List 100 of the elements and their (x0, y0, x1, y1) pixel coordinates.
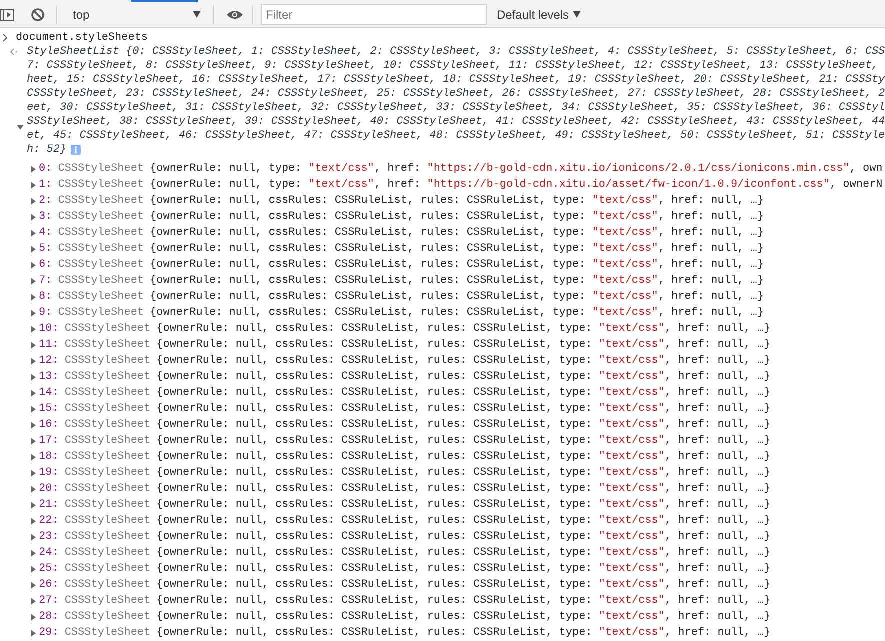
property-index: 6: (39, 258, 52, 273)
expand-triangle-icon[interactable] (30, 294, 37, 300)
property-preview: {ownerRule: null, cssRules: CSSRuleList, rules: CSSRuleList, type: "text/css", href: null, …} (150, 210, 764, 225)
expand-triangle-icon[interactable] (30, 230, 37, 236)
property-preview: {ownerRule: null, cssRules: CSSRuleList, rules: CSSRuleList, type: "text/css", href: null, …} (156, 418, 771, 433)
property-preview: {ownerRule: null, cssRules: CSSRuleList, rules: CSSRuleList, type: "text/css", href: null, …} (156, 322, 771, 337)
expand-triangle-icon[interactable] (30, 614, 37, 620)
property-type: CSSStyleSheet (64, 546, 151, 561)
property-preview: {ownerRule: null, cssRules: CSSRuleList, rules: CSSRuleList, type: "text/css", href: null, …} (156, 386, 771, 401)
expand-triangle-icon[interactable] (30, 198, 37, 204)
property-index: 23: (39, 530, 59, 545)
property-index: 24: (39, 546, 59, 561)
expand-triangle-icon[interactable] (30, 454, 37, 460)
expand-triangle-icon[interactable] (30, 598, 37, 604)
property-preview: {ownerRule: null, cssRules: CSSRuleList, rules: CSSRuleList, type: "text/css", href: null, …} (156, 546, 771, 561)
expand-triangle-icon[interactable] (30, 278, 37, 284)
property-preview: {ownerRule: null, type: "text/css", href: "https://b-gold-cdn.xitu.io/asset/fw-icon/1.0.9/iconfont.css", ownerN (150, 178, 883, 193)
property-type: CSSStyleSheet (58, 258, 144, 273)
property-preview: {ownerRule: null, cssRules: CSSRuleList, rules: CSSRuleList, type: "text/css", href: null, …} (156, 466, 771, 481)
property-type: CSSStyleSheet (64, 578, 151, 593)
property-type: CSSStyleSheet (58, 306, 144, 321)
expand-triangle-icon[interactable] (30, 502, 37, 508)
property-index: 3: (39, 210, 52, 225)
context-select[interactable]: top (65, 4, 205, 26)
property-preview: {ownerRule: null, cssRules: CSSRuleList, rules: CSSRuleList, type: "text/css", href: null, …} (156, 402, 771, 417)
property-index: 4: (39, 226, 52, 241)
result-summary-text: et, 45: CSSStyleSheet, 46: CSSStyleSheet, 47: CSSStyleSheet, 48: CSSStyleSheet, 49: CSSStyleSheet, 50: CSSStyleSheet, 51: CSSStyle (27, 129, 885, 143)
property-index: 11: (39, 338, 59, 353)
expand-triangle-icon[interactable] (30, 342, 37, 348)
property-index: 27: (39, 594, 59, 609)
property-preview: {ownerRule: null, cssRules: CSSRuleList, rules: CSSRuleList, type: "text/css", href: null, …} (156, 498, 771, 513)
result-summary-text: SSStyleSheet, 38: CSSStyleSheet, 39: CSSStyleSheet, 40: CSSStyleSheet, 41: CSSStyleSheet, 42: CSSStyleSheet, 43: CSSStyleSheet, 44 (27, 115, 885, 129)
expand-triangle-icon[interactable] (30, 182, 37, 188)
expand-triangle-icon[interactable] (30, 358, 37, 364)
filter-field[interactable]: Filter (261, 4, 487, 26)
expand-triangle-icon[interactable] (30, 246, 37, 252)
expand-triangle-icon[interactable] (30, 486, 37, 492)
property-index: 13: (39, 370, 59, 385)
property-type: CSSStyleSheet (64, 466, 151, 481)
property-index: 5: (39, 242, 52, 257)
property-preview: {ownerRule: null, cssRules: CSSRuleList, rules: CSSRuleList, type: "text/css", href: null, …} (150, 242, 764, 257)
expand-triangle-icon[interactable] (30, 262, 37, 268)
property-preview: {ownerRule: null, cssRules: CSSRuleList, rules: CSSRuleList, type: "text/css", href: null, …} (150, 226, 764, 241)
property-type: CSSStyleSheet (58, 178, 144, 193)
property-index: 7: (39, 274, 52, 289)
property-index: 19: (39, 466, 59, 481)
property-index: 28: (39, 610, 59, 625)
property-type: CSSStyleSheet (64, 610, 151, 625)
expand-triangle-icon[interactable] (30, 438, 37, 444)
expand-triangle-icon[interactable] (30, 374, 37, 380)
expand-triangle-icon[interactable] (30, 326, 37, 332)
property-type: CSSStyleSheet (64, 386, 151, 401)
property-type: CSSStyleSheet (64, 450, 151, 465)
property-preview: {ownerRule: null, type: "text/css", href: "https://b-gold-cdn.xitu.io/ionicons/2.0.1/css/ionicons.min.css", own (150, 162, 883, 177)
property-type: CSSStyleSheet (64, 370, 151, 385)
property-preview: {ownerRule: null, cssRules: CSSRuleList, rules: CSSRuleList, type: "text/css", href: null, …} (150, 290, 764, 305)
property-type: CSSStyleSheet (64, 418, 151, 433)
property-index: 14: (39, 386, 59, 401)
expand-triangle-icon[interactable] (30, 582, 37, 588)
result-summary-text: eet, 30: CSSStyleSheet, 31: CSSStyleSheet, 32: CSSStyleSheet, 33: CSSStyleSheet, 34: CSSStyleSheet, 35: CSSStyleSheet, 36: CSSStyl (27, 101, 885, 115)
property-type: CSSStyleSheet (58, 194, 144, 209)
expand-triangle-icon[interactable] (30, 630, 37, 636)
expand-triangle-icon[interactable] (30, 406, 37, 412)
property-type: CSSStyleSheet (64, 498, 151, 513)
expand-triangle-icon[interactable] (30, 214, 37, 220)
expand-triangle-icon[interactable] (30, 518, 37, 524)
expand-triangle-icon[interactable] (17, 124, 24, 132)
prompt-chevron-icon (3, 34, 8, 42)
result-summary-text: StyleSheetList {0: CSSStyleSheet, 1: CSSStyleSheet, 2: CSSStyleSheet, 3: CSSStyleSheet, 4: CSSStyleSheet, 5: CSSStyleSheet, 6: CSS (27, 45, 885, 59)
property-type: CSSStyleSheet (64, 434, 151, 449)
property-index: 26: (39, 578, 59, 593)
caret-icon (573, 11, 582, 18)
log-levels-dropdown[interactable]: Default levels (495, 8, 584, 22)
expand-triangle-icon[interactable] (30, 390, 37, 396)
expand-triangle-icon[interactable] (30, 534, 37, 540)
console-input-text: document.styleSheets (16, 32, 148, 44)
property-preview: {ownerRule: null, cssRules: CSSRuleList, rules: CSSRuleList, type: "text/css", href: null, …} (156, 482, 771, 497)
property-type: CSSStyleSheet (58, 274, 144, 289)
property-type: CSSStyleSheet (64, 402, 151, 417)
property-type: CSSStyleSheet (64, 322, 151, 337)
expand-triangle-icon[interactable] (30, 566, 37, 572)
expand-triangle-icon[interactable] (30, 470, 37, 476)
property-type: CSSStyleSheet (64, 530, 151, 545)
property-type: CSSStyleSheet (64, 482, 151, 497)
property-preview: {ownerRule: null, cssRules: CSSRuleList, rules: CSSRuleList, type: "text/css", href: null, …} (156, 594, 771, 609)
property-index: 18: (39, 450, 59, 465)
expand-triangle-icon[interactable] (30, 166, 37, 172)
property-index: 21: (39, 498, 59, 513)
property-index: 20: (39, 482, 59, 497)
expand-triangle-icon[interactable] (30, 422, 37, 428)
caret-icon (193, 11, 201, 18)
property-preview: {ownerRule: null, cssRules: CSSRuleList, rules: CSSRuleList, type: "text/css", href: null, …} (156, 434, 771, 449)
property-index: 17: (39, 434, 59, 449)
property-index: 15: (39, 402, 59, 417)
expand-triangle-icon[interactable] (30, 550, 37, 556)
property-type: CSSStyleSheet (58, 242, 144, 257)
property-preview: {ownerRule: null, cssRules: CSSRuleList, rules: CSSRuleList, type: "text/css", href: null, …} (150, 306, 764, 321)
expand-triangle-icon[interactable] (30, 310, 37, 316)
property-preview: {ownerRule: null, cssRules: CSSRuleList, rules: CSSRuleList, type: "text/css", href: null, …} (156, 450, 771, 465)
property-type: CSSStyleSheet (58, 162, 144, 177)
